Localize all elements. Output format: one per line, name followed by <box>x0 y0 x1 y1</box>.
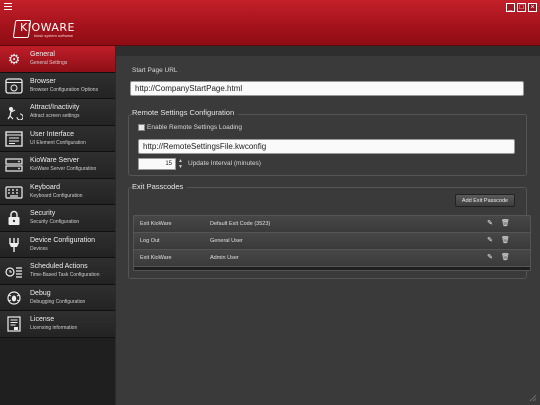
logo-tagline: kiosk system software <box>34 33 74 38</box>
sidebar-item-title: User Interface <box>30 130 74 138</box>
sidebar-item-title: KioWare Server <box>30 157 80 164</box>
table-row[interactable]: Log Out General User ✎ 🗑 <box>134 233 530 250</box>
sidebar-item-title: Browser <box>30 77 56 85</box>
stepper-down-icon[interactable]: ▼ <box>177 164 184 170</box>
sidebar: ⚙ General General Settings Browser Brows… <box>0 46 115 405</box>
row-action: Log Out <box>140 238 160 244</box>
row-action: Exit KioWare <box>140 255 172 261</box>
update-interval-label: Update Interval (minutes) <box>188 160 261 167</box>
maximize-button[interactable]: □ <box>517 3 526 12</box>
sidebar-item-device-configuration[interactable]: Device Configuration Devices <box>0 231 115 258</box>
license-icon <box>4 315 24 333</box>
trash-icon[interactable]: 🗑 <box>501 237 510 245</box>
sidebar-item-subtitle: General Settings <box>30 60 68 66</box>
menu-icon[interactable] <box>4 3 12 10</box>
gear-icon: ⚙ <box>7 50 21 67</box>
sidebar-item-general[interactable]: ⚙ General General Settings <box>0 46 115 73</box>
sidebar-item-title: Security <box>30 210 56 217</box>
edit-icon[interactable]: ✎ <box>486 220 494 228</box>
update-interval-stepper[interactable]: ▲ ▼ <box>177 158 184 170</box>
server-icon <box>4 156 24 174</box>
attract-icon <box>4 103 24 121</box>
add-exit-passcode-button[interactable]: Add Exit Passcode <box>455 194 515 207</box>
sidebar-item-browser[interactable]: Browser Browser Configuration Options <box>0 72 115 99</box>
app-header: _ □ × KIOWARE kiosk system software <box>0 0 540 46</box>
sidebar-item-subtitle: Attract screen settings <box>30 113 80 119</box>
clock-icon <box>4 262 24 280</box>
start-page-url-input[interactable]: http://CompanyStartPage.html <box>130 81 524 96</box>
start-page-label: Start Page URL <box>132 67 178 74</box>
sidebar-item-scheduled-actions[interactable]: Scheduled Actions Time-Based Task Config… <box>0 258 115 285</box>
sidebar-item-license[interactable]: License Licensing information <box>0 311 115 338</box>
sidebar-item-title: Debug <box>30 289 51 297</box>
devices-icon <box>4 236 24 254</box>
close-button[interactable]: × <box>528 3 537 12</box>
sidebar-item-debug[interactable]: Debug Debugging Configuration <box>0 284 115 311</box>
row-name: Admin User <box>210 255 239 261</box>
trash-icon[interactable]: 🗑 <box>501 220 510 228</box>
remote-settings-title: Remote Settings Configuration <box>132 108 239 117</box>
trash-icon[interactable]: 🗑 <box>501 254 510 262</box>
sidebar-item-subtitle: Security Configuration <box>30 219 80 225</box>
lock-icon <box>4 209 24 227</box>
sidebar-item-subtitle: UI Element Configuration <box>30 139 86 146</box>
sidebar-item-keyboard[interactable]: Keyboard Keyboard Configuration <box>0 178 115 205</box>
exit-passcodes-table: Exit KioWare Default Exit Code (3523) ✎ … <box>133 215 531 271</box>
sidebar-item-subtitle: Keyboard Configuration <box>30 192 83 199</box>
sidebar-item-title: License <box>30 316 55 323</box>
edit-icon[interactable]: ✎ <box>486 237 494 245</box>
sidebar-item-subtitle: Licensing information <box>30 325 78 331</box>
table-row[interactable]: Exit KioWare Default Exit Code (3523) ✎ … <box>134 216 530 233</box>
sidebar-item-subtitle: Browser Configuration Options <box>30 86 99 93</box>
edit-icon[interactable]: ✎ <box>486 254 494 262</box>
sidebar-item-attract[interactable]: Attract/Inactivity Attract screen settin… <box>0 99 115 126</box>
row-action: Exit KioWare <box>140 221 172 227</box>
row-name: Default Exit Code (3523) <box>210 221 271 227</box>
sidebar-item-title: Attract/Inactivity <box>30 104 80 111</box>
sidebar-item-title: Keyboard <box>30 183 60 191</box>
exit-passcodes-title: Exit Passcodes <box>132 182 188 191</box>
general-settings-panel: Start Page URL http://CompanyStartPage.h… <box>116 46 540 405</box>
kioware-logo: KIOWARE kiosk system software <box>12 20 86 40</box>
sidebar-item-title: General <box>30 51 55 58</box>
resize-grip-icon[interactable] <box>529 394 537 402</box>
debug-icon <box>4 289 24 307</box>
user-interface-icon <box>4 130 24 148</box>
sidebar-item-kioware-server[interactable]: KioWare Server KioWare Server Configurat… <box>0 152 115 179</box>
update-interval-input[interactable]: 15 <box>138 158 176 170</box>
sidebar-item-security[interactable]: Security Security Configuration <box>0 205 115 232</box>
keyboard-icon <box>4 183 24 201</box>
window-controls: _ □ × <box>506 3 537 12</box>
browser-icon <box>4 77 24 95</box>
sidebar-item-subtitle: Time-Based Task Configuration <box>30 272 100 278</box>
sidebar-item-subtitle: Debugging Configuration <box>30 298 86 305</box>
panel-top-strip <box>116 46 540 56</box>
minimize-button[interactable]: _ <box>506 3 515 12</box>
sidebar-item-user-interface[interactable]: User Interface UI Element Configuration <box>0 125 115 152</box>
row-name: General User <box>210 238 243 244</box>
enable-remote-settings-label: Enable Remote Settings Loading <box>147 124 243 131</box>
table-row[interactable]: Exit KioWare Admin User ✎ 🗑 <box>134 250 530 267</box>
sidebar-item-title: Device Configuration <box>30 236 95 244</box>
sidebar-item-subtitle: Devices <box>30 245 48 252</box>
remote-settings-url-input[interactable]: http://RemoteSettingsFile.kwconfig <box>138 139 515 154</box>
sidebar-item-title: Scheduled Actions <box>30 263 88 270</box>
enable-remote-settings-checkbox[interactable] <box>138 124 145 131</box>
sidebar-item-subtitle: KioWare Server Configuration <box>30 166 97 172</box>
